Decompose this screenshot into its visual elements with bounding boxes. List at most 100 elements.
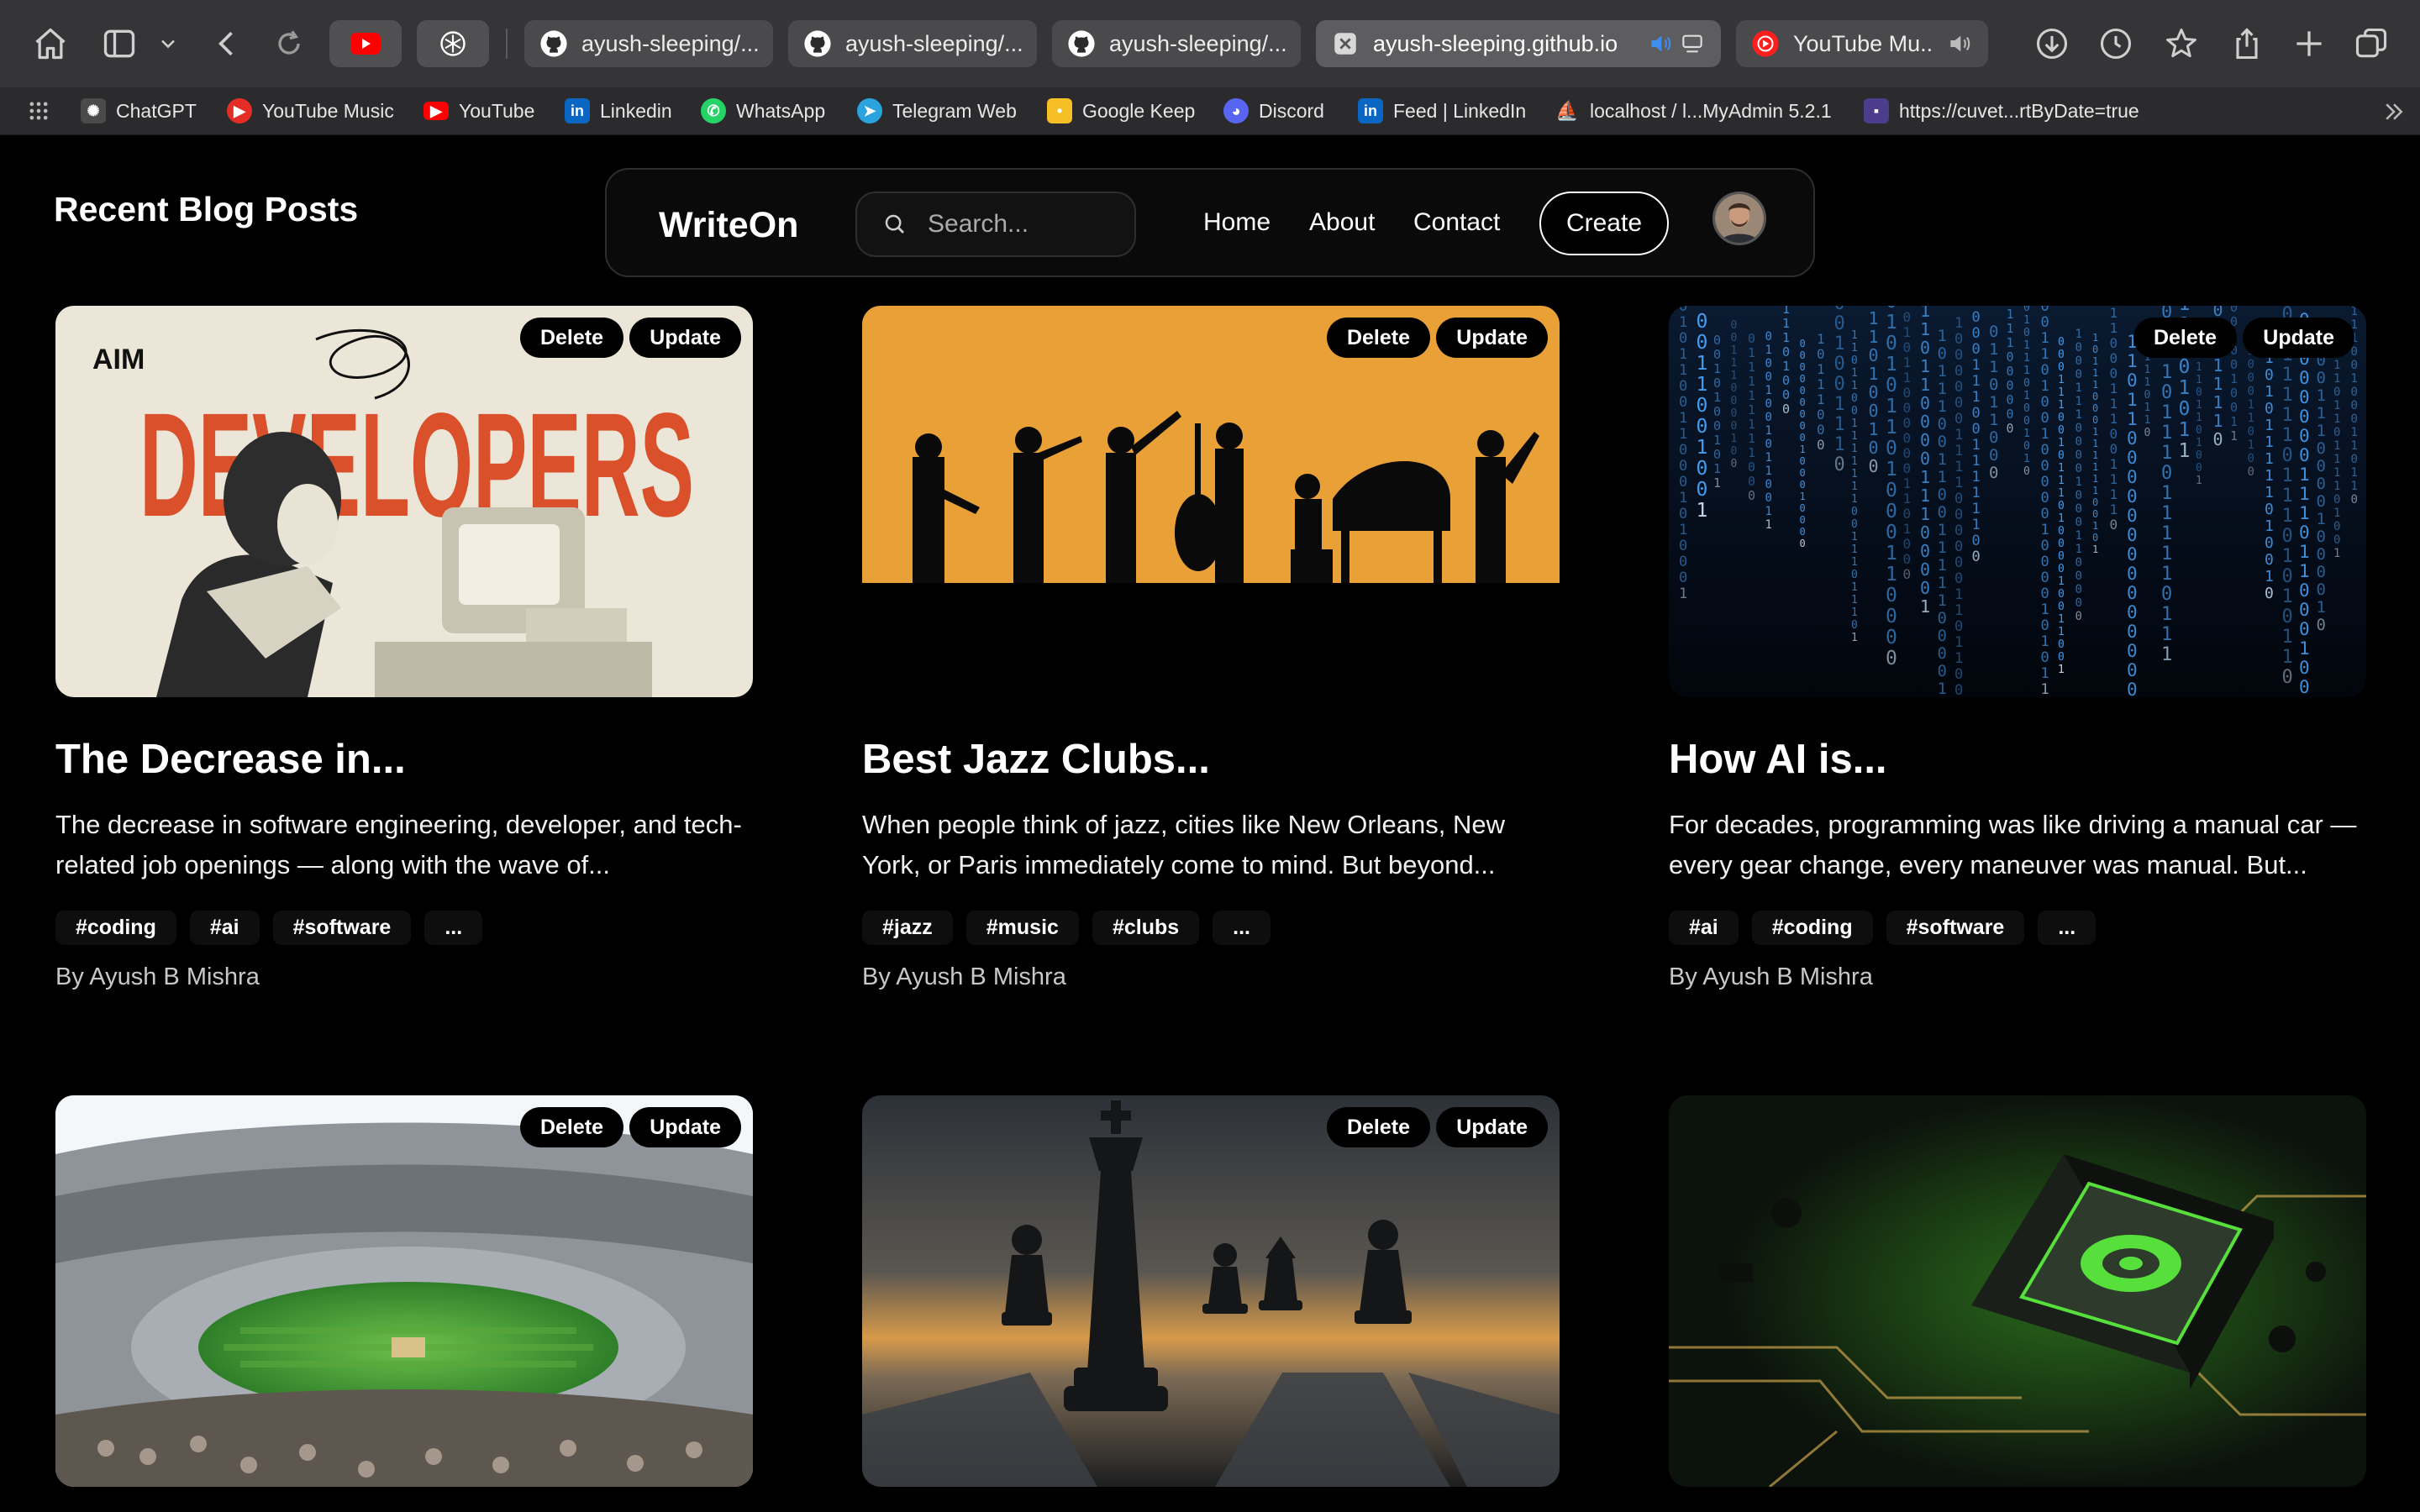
blog-card[interactable]: AIM DEVELOPERS Delete Update The Decreas… bbox=[55, 306, 753, 991]
bookmark-youtube-music[interactable]: ▶ YouTube Music bbox=[227, 97, 394, 124]
binary-digit: 1 bbox=[1851, 455, 1858, 468]
binary-digit: 0 bbox=[2333, 493, 2340, 507]
update-button[interactable]: Update bbox=[1436, 1107, 1548, 1147]
post-title[interactable]: Best Jazz Clubs... bbox=[862, 736, 1560, 783]
post-thumbnail[interactable] bbox=[1669, 1095, 2366, 1487]
bookmark-youtube[interactable]: ▶ YouTube bbox=[424, 97, 534, 124]
tab-youtube-music[interactable]: YouTube Mu... bbox=[1736, 20, 1988, 67]
post-thumbnail[interactable]: Delete Update bbox=[862, 306, 1560, 697]
bookmark-discord[interactable]: ◕ Discord bbox=[1223, 97, 1324, 124]
chevron-down-icon[interactable] bbox=[156, 29, 180, 59]
tab-github-3[interactable]: ayush-sleeping/... bbox=[1052, 20, 1301, 67]
post-author: By Ayush B Mishra bbox=[1669, 963, 1873, 990]
post-thumbnail[interactable]: AIM DEVELOPERS Delete Update bbox=[55, 306, 753, 697]
binary-digit: 1 bbox=[2265, 417, 2274, 434]
tab-active-writeon[interactable]: ayush-sleeping.github.io bbox=[1316, 20, 1721, 67]
binary-digit: 0 bbox=[2007, 349, 2014, 365]
binary-digit: 0 bbox=[1679, 442, 1687, 459]
back-icon[interactable] bbox=[208, 25, 245, 62]
tag[interactable]: #ai bbox=[1669, 911, 1739, 945]
pinned-tab-youtube[interactable] bbox=[329, 20, 402, 67]
tag-more[interactable]: ... bbox=[1213, 911, 1270, 945]
blog-card[interactable] bbox=[1669, 1095, 2366, 1487]
post-thumbnail[interactable]: Delete Update bbox=[55, 1095, 753, 1487]
bookmark-linkedin[interactable]: in Linkedin bbox=[565, 97, 672, 124]
update-button[interactable]: Update bbox=[629, 318, 741, 358]
binary-digit: 1 bbox=[2110, 456, 2118, 472]
nav-home-link[interactable]: Home bbox=[1203, 208, 1270, 237]
avatar[interactable] bbox=[1712, 192, 1766, 245]
search-input[interactable] bbox=[926, 209, 1114, 239]
nav-contact-link[interactable]: Contact bbox=[1413, 208, 1500, 237]
update-button[interactable]: Update bbox=[629, 1107, 741, 1147]
tag[interactable]: #ai bbox=[189, 911, 260, 945]
binary-digit: 1 bbox=[2282, 546, 2293, 567]
star-icon[interactable] bbox=[2163, 25, 2200, 62]
search-box[interactable] bbox=[855, 192, 1136, 257]
speaker-icon[interactable] bbox=[1946, 30, 1973, 57]
tag[interactable]: #music bbox=[965, 911, 1079, 945]
tab-overview-icon[interactable] bbox=[1679, 30, 1706, 57]
tag-more[interactable]: ... bbox=[2038, 911, 2096, 945]
whatsapp-icon: ✆ bbox=[701, 98, 726, 123]
update-button[interactable]: Update bbox=[1436, 318, 1548, 358]
post-title[interactable]: How AI is... bbox=[1669, 736, 2366, 783]
delete-button[interactable]: Delete bbox=[519, 318, 623, 358]
speaker-icon[interactable] bbox=[1647, 30, 1674, 57]
blog-card[interactable]: 0101100110001010001001100100100101001011… bbox=[1669, 306, 2366, 991]
binary-digit: 0 bbox=[1731, 420, 1738, 433]
bookmark-label: Discord bbox=[1259, 99, 1324, 122]
post-title[interactable]: The Decrease in... bbox=[55, 736, 753, 783]
blog-card[interactable]: Delete Update bbox=[862, 1095, 1560, 1487]
new-tab-icon[interactable] bbox=[2291, 25, 2328, 62]
tab-github-1[interactable]: ayush-sleeping/... bbox=[524, 20, 773, 67]
binary-digit: 0 bbox=[1800, 420, 1806, 432]
tag[interactable]: #software bbox=[1886, 911, 2025, 945]
tag[interactable]: #software bbox=[272, 911, 412, 945]
pinned-tab-chatgpt[interactable] bbox=[417, 20, 489, 67]
bookmark-telegram[interactable]: ➤ Telegram Web bbox=[857, 97, 1017, 124]
blog-card[interactable]: Delete Update bbox=[55, 1095, 753, 1487]
download-icon[interactable] bbox=[2033, 25, 2070, 62]
binary-digit: 0 bbox=[1713, 447, 1721, 462]
binary-digit: 1 bbox=[1748, 374, 1755, 389]
nav-about-link[interactable]: About bbox=[1309, 208, 1375, 237]
tab-github-2[interactable]: ayush-sleeping/... bbox=[788, 20, 1037, 67]
binary-digit: 1 bbox=[2248, 412, 2254, 425]
binary-digit: 0 bbox=[1886, 648, 1897, 669]
close-tab-icon[interactable] bbox=[1331, 29, 1360, 58]
home-icon[interactable] bbox=[32, 25, 69, 62]
blog-card[interactable]: Delete Update Best Jazz Clubs... When pe… bbox=[862, 306, 1560, 991]
tag-more[interactable]: ... bbox=[424, 911, 483, 945]
delete-button[interactable]: Delete bbox=[2133, 318, 2237, 358]
bookmark-cuvette[interactable]: ▪ https://cuvet...rtByDate=true bbox=[1864, 97, 2139, 124]
bookmark-phpmyadmin[interactable]: ⛵ localhost / l...MyAdmin 5.2.1 bbox=[1555, 97, 1831, 124]
tab-overview-icon[interactable] bbox=[2353, 25, 2390, 62]
sidebar-icon[interactable] bbox=[101, 25, 138, 62]
share-icon[interactable] bbox=[2228, 25, 2265, 62]
tag[interactable]: #coding bbox=[1751, 911, 1873, 945]
post-thumbnail[interactable]: Delete Update bbox=[862, 1095, 1560, 1487]
history-icon[interactable] bbox=[2097, 25, 2134, 62]
delete-button[interactable]: Delete bbox=[1326, 1107, 1430, 1147]
post-thumbnail[interactable]: 0101100110001010001001100100100101001011… bbox=[1669, 306, 2366, 697]
binary-digit: 0 bbox=[2127, 583, 2138, 603]
binary-digit: 0 bbox=[2196, 449, 2202, 462]
more-bookmarks-icon[interactable] bbox=[2381, 99, 2407, 124]
tag[interactable]: #coding bbox=[55, 911, 176, 945]
binary-digit: 0 bbox=[2299, 407, 2310, 427]
brand-logo[interactable]: WriteOn bbox=[659, 205, 798, 246]
tag[interactable]: #clubs bbox=[1092, 911, 1200, 945]
tag[interactable]: #jazz bbox=[862, 911, 953, 945]
create-button[interactable]: Create bbox=[1539, 192, 1669, 255]
delete-button[interactable]: Delete bbox=[519, 1107, 623, 1147]
bookmark-chatgpt[interactable]: ✺ ChatGPT bbox=[81, 97, 197, 124]
bookmark-whatsapp[interactable]: ✆ WhatsApp bbox=[701, 97, 825, 124]
update-button[interactable]: Update bbox=[2243, 318, 2354, 358]
delete-button[interactable]: Delete bbox=[1326, 318, 1430, 358]
apps-grid-icon[interactable] bbox=[27, 99, 50, 123]
binary-digit: 1 bbox=[2110, 471, 2118, 487]
bookmark-feed-linkedin[interactable]: in Feed | LinkedIn bbox=[1358, 97, 1526, 124]
bookmark-google-keep[interactable]: • Google Keep bbox=[1047, 97, 1195, 124]
reload-icon[interactable] bbox=[271, 25, 308, 62]
